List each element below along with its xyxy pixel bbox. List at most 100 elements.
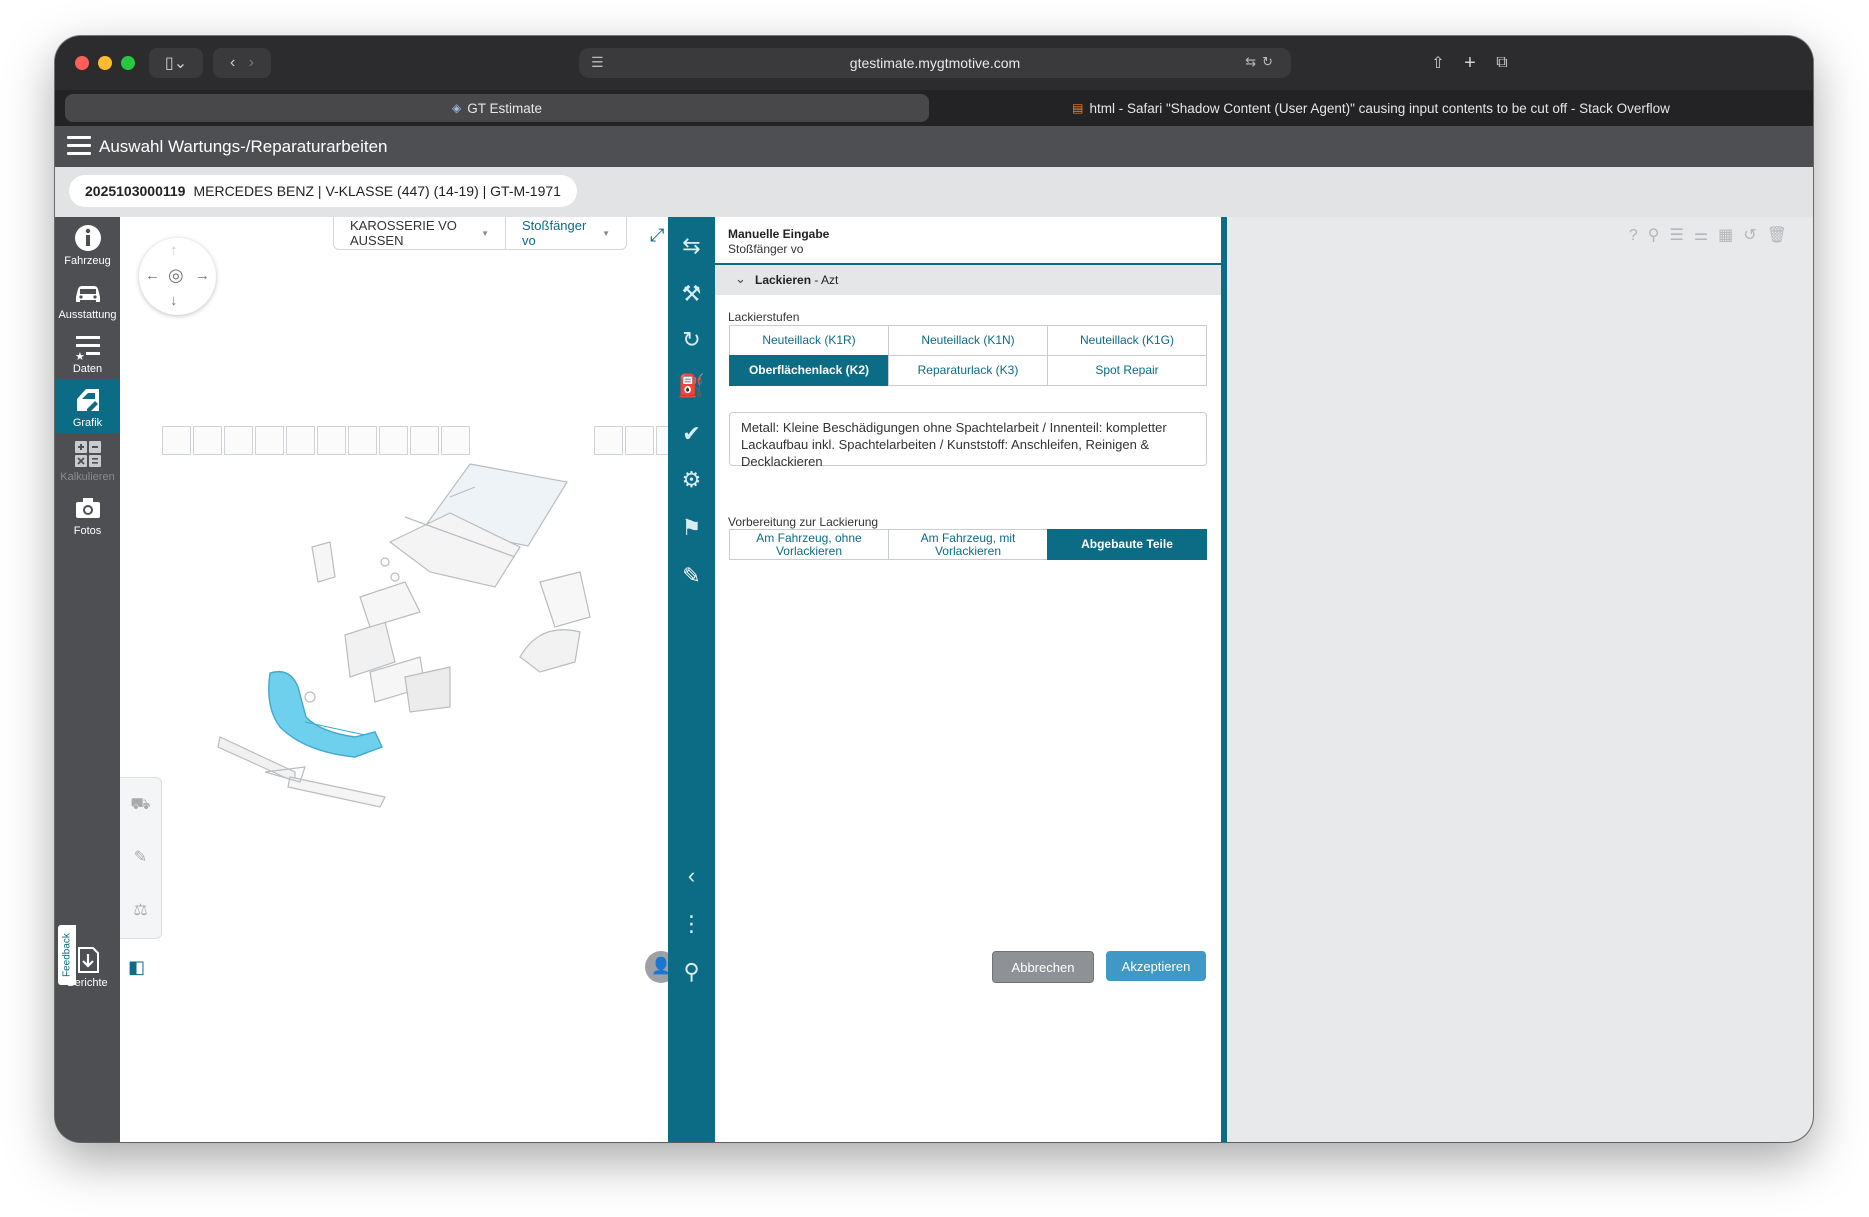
tab-overview-icon[interactable]: ⧉ [1487,48,1517,78]
paint-level-option[interactable]: Neuteillack (K1G) [1047,325,1207,356]
nav-ausstattung[interactable]: Ausstattung [55,271,120,325]
page-title: Auswahl Wartungs-/Reparaturarbeiten [99,137,388,156]
tab-label: GT Estimate [467,100,542,116]
prep-option-selected[interactable]: Abgebaute Teile [1047,529,1207,560]
paint-levels-group: Neuteillack (K1R) Neuteillack (K1N) Neut… [729,325,1207,386]
paint-level-option[interactable]: Neuteillack (K1N) [888,325,1048,356]
section-title: Lackieren [755,273,812,287]
exploded-parts-drawing[interactable] [120,217,668,1142]
nav-fotos[interactable]: Fotos [55,487,120,541]
minimize-window-button[interactable] [98,56,112,70]
help-icon[interactable]: ? [1629,227,1648,244]
info-icon [55,223,120,253]
form-header: Manuelle Eingabe Stoßfänger vo [715,217,1221,265]
pin-icon[interactable]: ✎ [120,831,161,884]
door-edit-icon [55,385,120,415]
section-lackieren[interactable]: ⌄ Lackieren - Azt [715,265,1221,295]
nav-grafik[interactable]: Grafik [55,379,120,433]
right-panel: ?⚲☰⚌▦↺🗑 [1227,217,1813,1142]
highlighted-bumper[interactable] [268,670,383,758]
manual-entry-form: Manuelle Eingabe Stoßfänger vo ⌄ Lackier… [715,217,1221,1142]
sidebar-icon: ▯⌄ [164,55,188,72]
paint-level-option[interactable]: Reparaturlack (K3) [888,355,1048,386]
prep-option[interactable]: Am Fahrzeug, mit Vorlackieren [888,529,1048,560]
svg-text:★: ★ [75,350,85,361]
list-star-icon: ★ [55,331,120,363]
wheel-icon[interactable]: ⚙ [668,457,715,503]
trash-icon[interactable]: 🗑 [1767,227,1797,244]
back-icon[interactable]: ‹ [230,54,235,72]
refresh-icon[interactable]: ↻ [668,317,715,363]
tab-label: html - Safari "Shadow Content (User Agen… [1089,100,1670,116]
prep-label: Vorbereitung zur Lackierung [728,515,879,529]
new-tab-icon[interactable]: + [1455,48,1485,78]
form-subtitle: Stoßfänger vo [728,242,804,256]
report-download-icon [55,945,120,975]
sidebar-toggle-button[interactable]: ▯⌄ [149,48,203,78]
section-suffix: - Azt [811,273,839,287]
vehicle-bar: 2025103000119 MERCEDES BENZ | V-KLASSE (… [55,167,1813,217]
history-nav[interactable]: ‹ › [213,48,271,78]
car-outline-icon[interactable]: ⛟ [120,778,161,831]
browser-tabbar: ◈ GT Estimate ▤ html - Safari "Shadow Co… [55,90,1813,126]
nav-berichte[interactable]: Berichte [55,939,120,999]
close-window-button[interactable] [75,56,89,70]
prep-options-group: Am Fahrzeug, ohne Vorlackieren Am Fahrze… [729,529,1207,560]
share-icon[interactable]: ⇧ [1423,48,1453,78]
accept-button[interactable]: Akzeptieren [1106,951,1206,981]
vehicle-pill[interactable]: 2025103000119 MERCEDES BENZ | V-KLASSE (… [69,175,577,207]
chevron-left-icon[interactable]: ‹ [668,853,715,899]
paint-level-description: Metall: Kleine Beschädigungen ohne Spach… [729,412,1207,469]
app-header: Auswahl Wartungs-/Reparaturarbeiten [55,126,1813,167]
address-bar[interactable]: ☰ gtestimate.mygtmotive.com ⇆↻ [579,48,1291,78]
case-id: 2025103000119 [85,183,186,199]
check-icon[interactable]: ✔ [668,411,715,457]
left-nav: Fahrzeug Ausstattung ★ Daten Grafik Kalk… [55,217,120,1142]
stackoverflow-icon: ▤ [1072,101,1084,115]
hammer-icon[interactable]: ⚒ [668,271,715,317]
sliders-icon[interactable]: ⚌ [1694,227,1718,244]
chevron-down-icon: ⌄ [735,271,746,286]
graphic-toolstrip: ⛟ ✎ ⚖ [120,777,162,939]
calculator-small-icon[interactable]: ▦ [1718,227,1743,244]
paint-gun-icon[interactable]: ⛽ [668,363,715,409]
search-icon[interactable]: ⚲ [668,949,715,995]
prep-option[interactable]: Am Fahrzeug, ohne Vorlackieren [729,529,889,560]
tool-rail: ⇆ ⚒ ↻ ⛽ ✔ ⚙ ⚑ ✎ ‹ ⋮ ⚲ [668,217,715,1142]
nav-fahrzeug[interactable]: Fahrzeug [55,217,120,271]
nav-kalkulieren[interactable]: Kalkulieren [55,433,120,487]
url-text: gtestimate.mygtmotive.com [849,55,1021,71]
translate-reload-icons[interactable]: ⇆↻ [1245,54,1279,70]
form-title: Manuelle Eingabe [728,227,830,241]
calculator-icon [55,439,120,469]
car-icon [55,277,120,307]
nav-daten[interactable]: ★ Daten [55,325,120,379]
tab-stackoverflow[interactable]: ▤ html - Safari "Shadow Content (User Ag… [939,94,1803,122]
vehicle-description: MERCEDES BENZ | V-KLASSE (447) (14-19) |… [193,183,561,199]
forward-icon[interactable]: › [249,54,254,72]
tab-gt-estimate[interactable]: ◈ GT Estimate [65,94,929,122]
browser-window: ▯⌄ ‹ › ☰ gtestimate.mygtmotive.com ⇆↻ ⇧ … [55,36,1813,1142]
camera-icon [55,493,120,523]
graphic-panel: KAROSSERIE VO AUSSEN ▼ Stoßfänger vo ▼ ⤢ ↑… [120,217,734,1142]
zoom-window-button[interactable] [121,56,135,70]
paint-levels-label: Lackierstufen [728,310,800,324]
page-settings-icon[interactable]: ☰ [591,54,604,71]
tools-icon[interactable]: ⚑ [668,505,715,551]
gt-icon: ◈ [451,101,462,115]
paint-level-option[interactable]: Spot Repair [1047,355,1207,386]
cancel-button[interactable]: Abbrechen [992,951,1094,983]
more-vertical-icon[interactable]: ⋮ [668,901,715,947]
list-search-icon[interactable]: ☰ [1669,227,1693,244]
paint-level-option[interactable]: Neuteillack (K1R) [729,325,889,356]
gt-logo-icon: ◧ [128,957,146,977]
search-part-icon[interactable]: ⚲ [1648,227,1670,244]
menu-icon[interactable] [67,136,91,156]
replace-icon[interactable]: ⇆ [668,223,715,269]
undo-icon[interactable]: ↺ [1743,227,1766,244]
manual-entry-icon[interactable]: ✎ [668,553,715,599]
right-toolbar: ?⚲☰⚌▦↺🗑 [1629,225,1797,245]
mirror-icon[interactable]: ⚖ [120,884,161,937]
browser-titlebar: ▯⌄ ‹ › ☰ gtestimate.mygtmotive.com ⇆↻ ⇧ … [55,36,1813,90]
paint-level-option-selected[interactable]: Oberflächenlack (K2) [729,355,889,386]
